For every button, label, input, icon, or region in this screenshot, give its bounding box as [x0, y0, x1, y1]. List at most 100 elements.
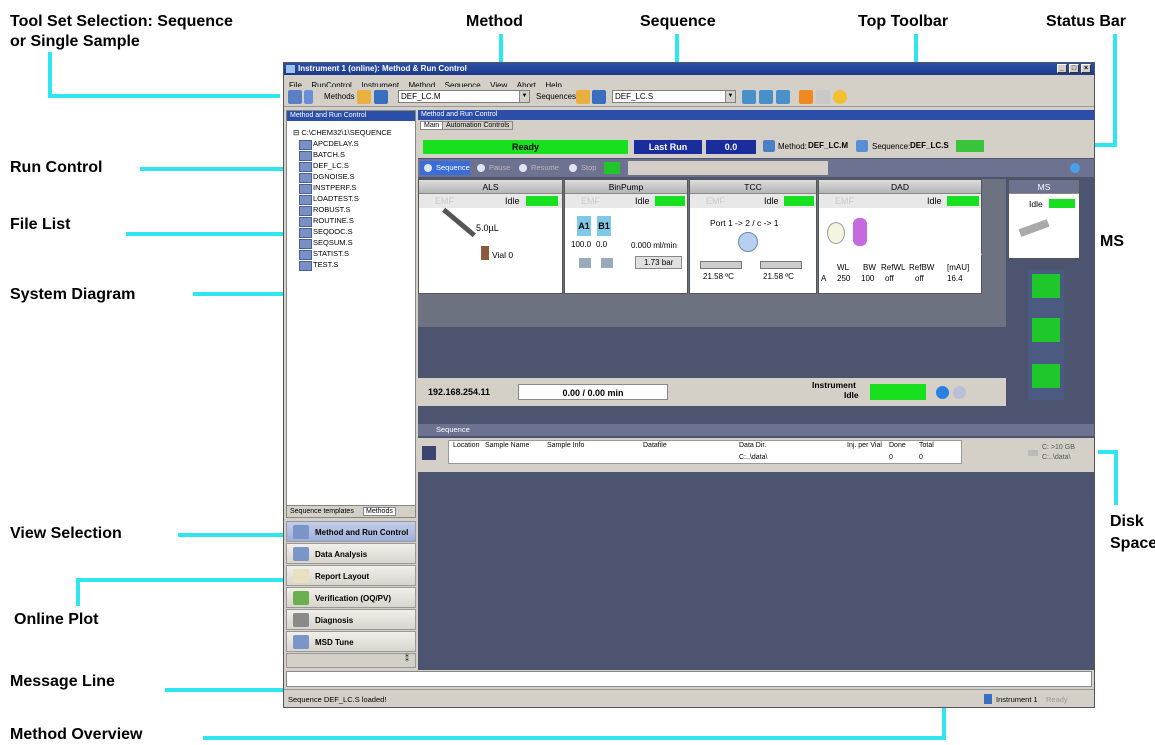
method-combo[interactable]: DEF_LC.M ▼: [398, 90, 530, 103]
module-name: MS: [1037, 182, 1051, 192]
sequence-add-icon[interactable]: [422, 446, 436, 460]
state-label: Idle: [635, 196, 650, 206]
stop-button[interactable]: Stop: [565, 161, 601, 175]
integrate-icon[interactable]: [1032, 318, 1060, 342]
data-analysis-strip: [1028, 270, 1064, 400]
sequence-params-icon[interactable]: [759, 90, 773, 104]
report-icon[interactable]: [799, 90, 813, 104]
module-dad[interactable]: DAD EMF Idle WL BW RefWL RefBW [mAU] A 2…: [818, 179, 982, 294]
file-item[interactable]: ROBUST.S: [299, 205, 351, 216]
solvent-a1: A1: [577, 216, 591, 236]
maximize-button[interactable]: □: [1069, 64, 1079, 73]
load-sequence-icon[interactable]: [576, 90, 590, 104]
file-item[interactable]: LOADTEST.S: [299, 194, 359, 205]
minimize-button[interactable]: _: [1057, 64, 1067, 73]
diagnosis-icon: [293, 613, 309, 627]
last-run-value: 0.0: [706, 140, 756, 154]
injection-volume: 5.0µL: [476, 223, 499, 233]
module-ms[interactable]: MS Idle: [1008, 179, 1080, 259]
help-icon[interactable]: [1070, 163, 1080, 173]
save-sequence-icon[interactable]: [592, 90, 606, 104]
callout-line: [48, 52, 52, 97]
view-report-layout[interactable]: Report Layout: [286, 565, 416, 586]
view-data-analysis[interactable]: Data Analysis: [286, 543, 416, 564]
file-item[interactable]: APCDELAY.S: [299, 139, 359, 150]
file-item[interactable]: DEF_LC.S: [299, 161, 349, 172]
tab-methods[interactable]: Methods: [363, 507, 396, 516]
annotation-method: Method: [466, 13, 523, 30]
file-item[interactable]: ROUTINE.S: [299, 216, 354, 227]
sequence-table: Location Sample Name Sample Info Datafil…: [418, 438, 1094, 472]
emf-icon[interactable]: [956, 140, 984, 152]
annotation-top-toolbar: Top Toolbar: [858, 13, 949, 30]
help-icon[interactable]: [936, 386, 949, 399]
state-led: [526, 196, 558, 206]
sequence-grid-body: Location Sample Name Sample Info Datafil…: [448, 440, 962, 464]
sequence-status-icon[interactable]: [856, 140, 868, 152]
chevron-down-icon[interactable]: ▼: [519, 91, 529, 102]
view-diagnosis[interactable]: Diagnosis: [286, 609, 416, 630]
callout-line: [48, 94, 280, 98]
tab-automation-controls[interactable]: Automation Controls: [442, 121, 514, 130]
view-method-run-control[interactable]: Method and Run Control: [286, 521, 416, 542]
annotation-run-control: Run Control: [10, 159, 103, 176]
percent-b: 0.0: [596, 240, 608, 249]
cell-total[interactable]: 0: [919, 453, 923, 463]
cell-data-dir[interactable]: C:..\data\: [739, 453, 767, 463]
cell-done[interactable]: 0: [889, 453, 893, 463]
tab-sequence-templates[interactable]: Sequence templates: [290, 508, 354, 515]
module-tcc[interactable]: TCC EMF Idle Port 1 -> 2 / c -> 1 21.58 …: [689, 179, 817, 294]
load-method-icon[interactable]: [357, 90, 371, 104]
sequence-combo[interactable]: DEF_LC.S ▼: [612, 90, 736, 103]
report-chart-icon[interactable]: [1032, 364, 1060, 388]
method-book-icon[interactable]: [763, 140, 775, 152]
file-list-panel: Method and Run Control ⊟ C:\CHEM32\1\SEQ…: [286, 110, 416, 518]
state-led: [947, 196, 979, 206]
chromatogram-icon[interactable]: [1032, 274, 1060, 298]
view-label: Method and Run Control: [315, 528, 409, 537]
view-label: Diagnosis: [315, 616, 354, 625]
tree-root[interactable]: ⊟ C:\CHEM32\1\SEQUENCE: [293, 128, 392, 137]
module-name: DAD: [891, 182, 909, 192]
window-title: Instrument 1 (online): Method & Run Cont…: [298, 64, 467, 73]
settings-icon[interactable]: [953, 386, 966, 399]
file-item[interactable]: BATCH.S: [299, 150, 345, 161]
module-binpump[interactable]: BinPump EMF Idle A1 B1 100.0 0.0 0.000 m…: [564, 179, 688, 294]
annotation-tool-set-line1: Tool Set Selection: Sequence: [10, 13, 233, 30]
sequence-status-value: DEF_LC.S: [910, 141, 949, 150]
view-expander[interactable]: ⁑: [286, 653, 416, 668]
report-layout-icon: [293, 569, 309, 583]
emf-label: EMF: [706, 196, 725, 206]
main-tab-strip: Main Automation Controls: [418, 120, 1094, 132]
col-sample-name: Sample Name: [485, 442, 530, 449]
state-led: [655, 196, 685, 206]
chevron-down-icon[interactable]: ▼: [725, 91, 735, 102]
sequence-toolset-icon[interactable]: [288, 90, 302, 104]
tab-main[interactable]: Main: [420, 121, 444, 130]
sequence-output-icon[interactable]: [776, 90, 790, 104]
file-item[interactable]: SEQSUM.S: [299, 238, 353, 249]
pause-button[interactable]: Pause: [473, 161, 513, 175]
view-verification[interactable]: Verification (OQ/PV): [286, 587, 416, 608]
file-item[interactable]: DGNOISE.S: [299, 172, 355, 183]
sequence-run-button[interactable]: Sequence: [420, 161, 470, 175]
view-msd-tune[interactable]: MSD Tune: [286, 631, 416, 652]
file-item[interactable]: INSTPERF.S: [298, 183, 356, 194]
lamp-icon: [827, 222, 845, 244]
single-sample-icon[interactable]: [304, 90, 313, 104]
col-inj-per-vial: Inj. per Vial: [847, 442, 882, 449]
close-button[interactable]: ×: [1081, 64, 1091, 73]
refresh-icon[interactable]: [833, 90, 847, 104]
resume-button[interactable]: Resume: [515, 161, 563, 175]
file-item[interactable]: TEST.S: [298, 260, 338, 271]
sequence-table-icon[interactable]: [742, 90, 756, 104]
module-als[interactable]: ALS EMF Idle 5.0µL Vial 0: [418, 179, 563, 294]
file-item[interactable]: STATIST.S: [299, 249, 349, 260]
valve-port: Port 1 -> 2 / c -> 1: [710, 218, 779, 228]
tree-root-label: C:\CHEM32\1\SEQUENCE: [301, 128, 392, 137]
print-icon[interactable]: [816, 90, 830, 104]
book-icon[interactable]: [604, 162, 620, 174]
title-bar: Instrument 1 (online): Method & Run Cont…: [284, 63, 1094, 75]
save-method-icon[interactable]: [374, 90, 388, 104]
file-item[interactable]: SEQDOC.S: [299, 227, 353, 238]
